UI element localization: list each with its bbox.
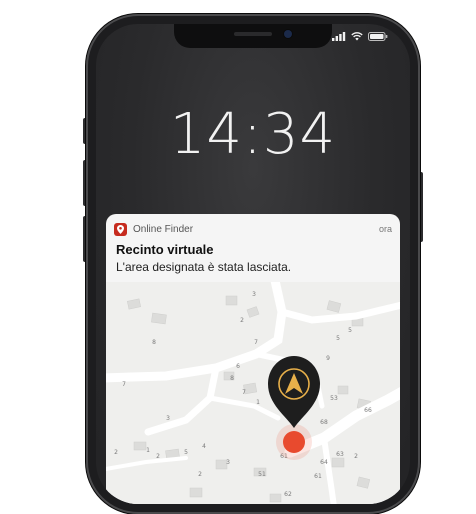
notification-timestamp: ora [378, 224, 392, 234]
map-label: 2 [114, 449, 118, 456]
map-label: 7 [242, 389, 246, 396]
map-label: 2 [156, 453, 160, 460]
map-building [127, 298, 141, 310]
map-building [269, 493, 282, 503]
map-label: 51 [258, 471, 266, 478]
map-canvas: 8 7 2 3 5 7 9 5 6 8 7 1 3 4 2 5 53 68 66… [106, 271, 400, 504]
map-label: 1 [256, 399, 260, 406]
map-road [321, 435, 337, 504]
map-road [278, 301, 400, 324]
map-label: 63 [336, 451, 344, 458]
map-label: 61 [314, 473, 322, 480]
earpiece-speaker [234, 32, 272, 36]
map-label: 62 [284, 491, 292, 498]
map-label: 8 [152, 339, 156, 346]
map-label: 5 [348, 327, 352, 334]
map-label: 66 [364, 407, 372, 414]
front-camera [284, 30, 292, 38]
map-label: 7 [122, 381, 126, 388]
app-logo-icon [114, 222, 127, 236]
map-road [106, 456, 188, 471]
map-label: 3 [252, 291, 256, 298]
map-building [151, 312, 167, 325]
notification-app-name: Online Finder [133, 223, 194, 235]
signal-icon [332, 32, 346, 41]
map-label: 7 [254, 339, 258, 346]
map-label: 5 [184, 449, 188, 456]
map-preview[interactable]: 8 7 2 3 5 7 9 5 6 8 7 1 3 4 2 5 53 68 66… [106, 271, 400, 504]
map-label: 2 [240, 317, 244, 324]
map-label: 9 [326, 355, 330, 362]
map-building [225, 295, 238, 306]
map-building [356, 476, 371, 489]
map-building [331, 457, 345, 468]
map-building [337, 385, 349, 395]
map-road [207, 395, 281, 421]
map-label: 68 [320, 419, 328, 426]
location-dot [283, 431, 305, 453]
map-label: 3 [226, 459, 230, 466]
status-bar [332, 32, 388, 41]
lock-screen-clock: 14:34 [169, 102, 337, 167]
notification-title: Recinto virtuale [116, 242, 214, 257]
map-label: 1 [146, 447, 150, 454]
map-label: 2 [198, 471, 202, 478]
map-building [326, 300, 342, 313]
map-label: 64 [320, 459, 328, 466]
map-label: 53 [330, 395, 338, 402]
notification-header: Online Finder ora [114, 220, 392, 238]
notification-card[interactable]: Online Finder ora Recinto virtuale L'are… [106, 214, 400, 504]
map-label: 3 [166, 415, 170, 422]
map-label: 6 [236, 363, 240, 370]
battery-icon [368, 32, 388, 41]
map-label: 4 [202, 443, 206, 450]
map-building [133, 441, 147, 451]
wifi-icon [351, 32, 363, 41]
map-building [246, 306, 260, 318]
map-building [189, 487, 203, 498]
lock-screen: 14:34 Online Finder ora Recinto virtuale… [96, 24, 410, 504]
map-label: 5 [336, 335, 340, 342]
notification-body: L'area designata è stata lasciata. [116, 260, 292, 274]
notch [174, 24, 332, 48]
map-label: 2 [354, 453, 358, 460]
map-label: 8 [230, 375, 234, 382]
